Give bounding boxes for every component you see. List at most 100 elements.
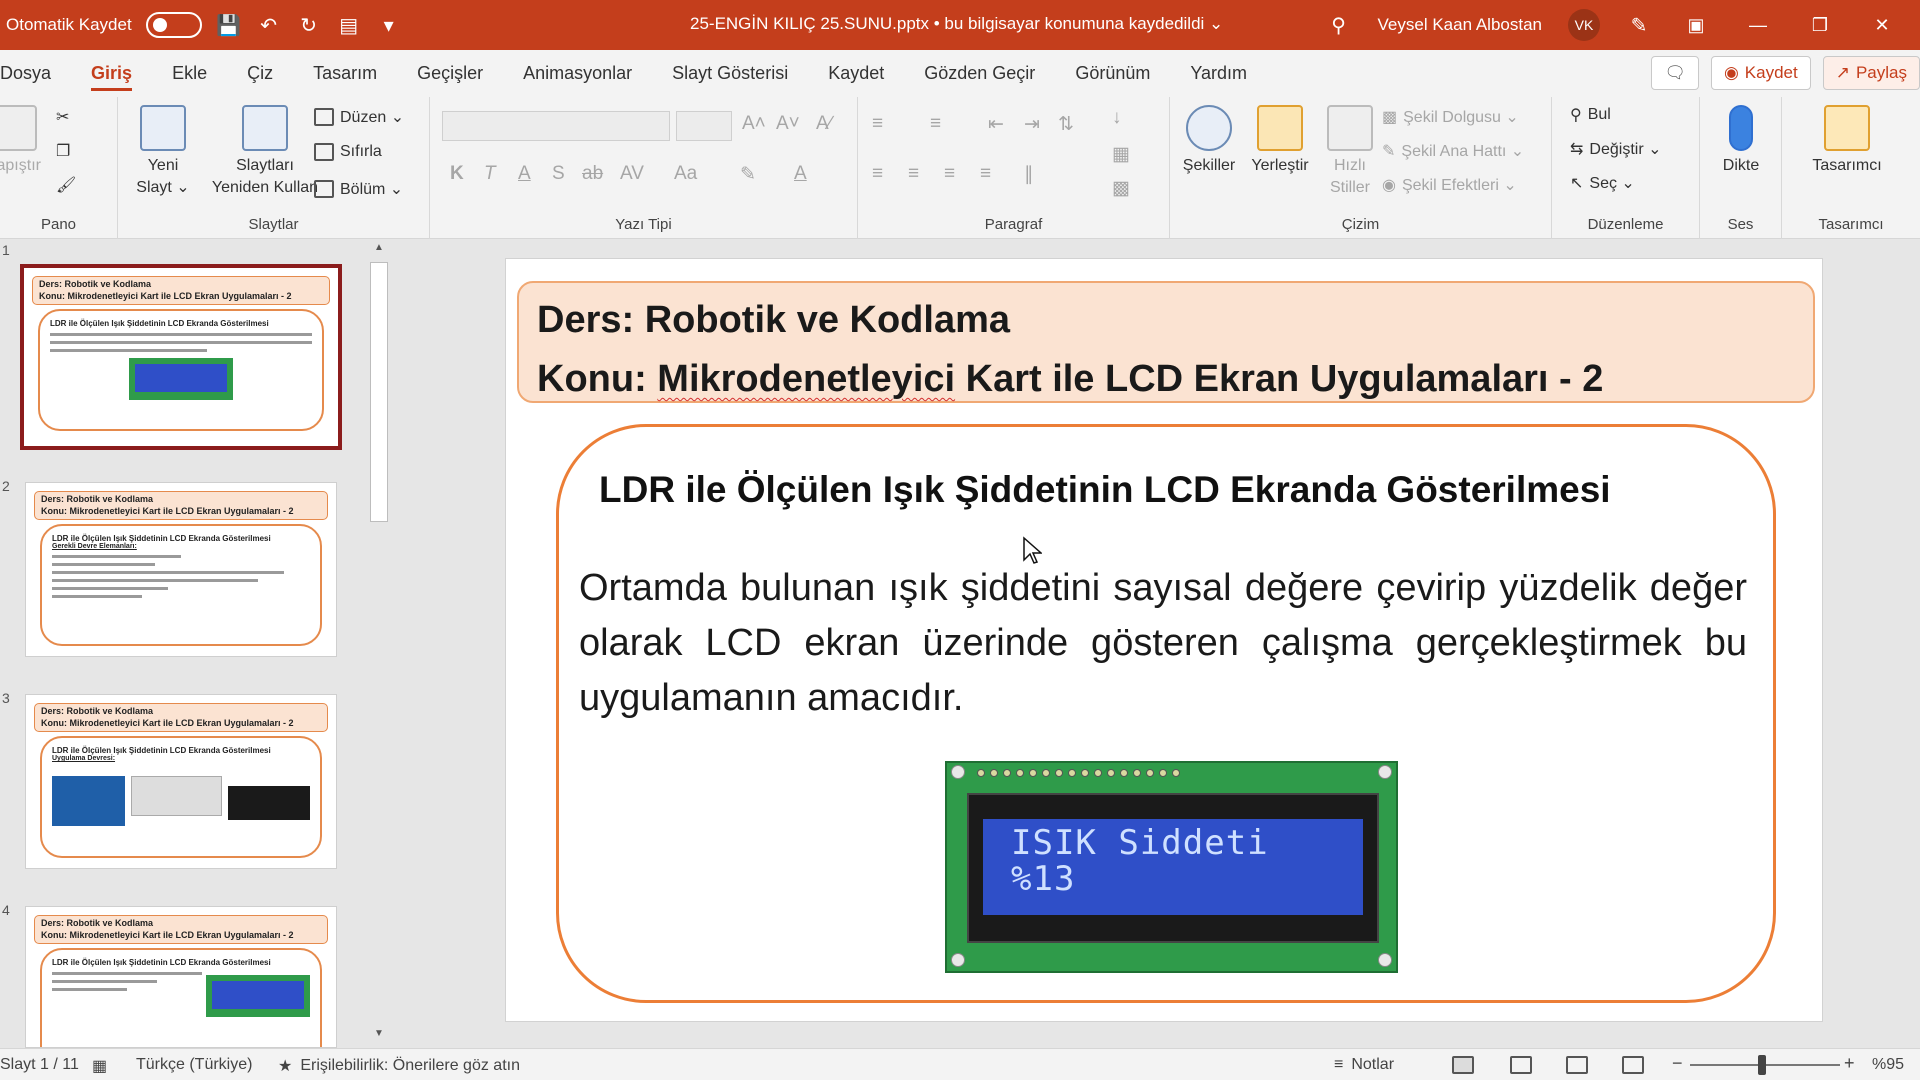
share-button[interactable]: ↗ Paylaş: [1822, 56, 1920, 90]
shadow-button[interactable]: S: [552, 163, 565, 185]
tab-kaydet[interactable]: Kaydet: [808, 50, 904, 97]
zoom-level[interactable]: %95: [1872, 1056, 1904, 1074]
line-spacing-icon[interactable]: ⇅: [1058, 113, 1074, 136]
document-title[interactable]: 25-ENGİN KILIÇ 25.SUNU.pptx • bu bilgisa…: [690, 14, 1223, 34]
dictate-button[interactable]: Dikte: [1700, 105, 1782, 177]
reset-button[interactable]: Sıfırla: [314, 143, 382, 161]
scroll-down-icon[interactable]: ▼: [369, 1028, 389, 1046]
minimize-icon[interactable]: —: [1740, 15, 1776, 36]
smartart-icon[interactable]: ▩: [1112, 177, 1130, 200]
align-left-icon[interactable]: ≡: [872, 163, 883, 185]
font-size-input[interactable]: [676, 111, 732, 141]
font-name-input[interactable]: [442, 111, 670, 141]
tab-yardim[interactable]: Yardım: [1170, 50, 1267, 97]
align-right-icon[interactable]: ≡: [944, 163, 955, 185]
zoom-slider-thumb[interactable]: [1758, 1055, 1766, 1075]
scroll-up-icon[interactable]: ▲: [369, 242, 389, 260]
tab-gecisler[interactable]: Geçişler: [397, 50, 503, 97]
user-name[interactable]: Veysel Kaan Albostan: [1378, 15, 1542, 35]
copy-icon[interactable]: ❐: [56, 141, 70, 161]
pen-icon[interactable]: ✎: [1626, 12, 1652, 38]
zoom-out-icon[interactable]: −: [1672, 1053, 1683, 1074]
slide-counter[interactable]: Slayt 1 / 11: [0, 1056, 79, 1074]
spellcheck-word[interactable]: Mikrodenetleyici: [657, 358, 955, 400]
tab-giris[interactable]: Giriş: [71, 50, 152, 97]
present-icon[interactable]: ▤: [336, 12, 362, 38]
notes-check-icon[interactable]: ▦: [92, 1056, 107, 1076]
save-icon[interactable]: 💾: [216, 12, 242, 38]
slide-canvas[interactable]: Ders: Robotik ve Kodlama Konu: Mikrodene…: [505, 258, 1823, 1022]
shape-fill-button[interactable]: ▩ Şekil Dolgusu ⌄: [1382, 107, 1519, 127]
slide-thumbnail-3[interactable]: Ders: Robotik ve Kodlama Konu: Mikrodene…: [25, 694, 337, 869]
select-button[interactable]: ↖ Seç ⌄: [1570, 173, 1635, 193]
tab-slayt-gosterisi[interactable]: Slayt Gösterisi: [652, 50, 808, 97]
quick-styles-button[interactable]: Hızlı Stiller: [1310, 105, 1390, 199]
tab-gorunum[interactable]: Görünüm: [1055, 50, 1170, 97]
record-button[interactable]: ◉ Kaydet: [1710, 56, 1811, 90]
language-indicator[interactable]: Türkçe (Türkiye): [136, 1056, 252, 1074]
align-text-icon[interactable]: ▦: [1112, 143, 1130, 166]
columns-icon[interactable]: ∥: [1024, 163, 1034, 186]
ribbon-display-icon[interactable]: ▣: [1678, 15, 1714, 36]
change-case-button[interactable]: Aa: [674, 163, 697, 185]
restore-icon[interactable]: ❐: [1802, 15, 1838, 36]
tab-animasyonlar[interactable]: Animasyonlar: [503, 50, 652, 97]
clear-format-icon[interactable]: A∕: [816, 113, 832, 135]
italic-button[interactable]: T: [484, 163, 496, 185]
new-slide-button[interactable]: Yeni Slayt ⌄: [118, 105, 208, 199]
bold-button[interactable]: K: [450, 163, 464, 185]
strikethrough-button[interactable]: ab: [582, 163, 603, 185]
notes-button[interactable]: ≡ Notlar: [1334, 1056, 1394, 1074]
reuse-slides-button[interactable]: Slaytları Yeniden Kullan: [206, 105, 324, 199]
undo-icon[interactable]: ↶: [256, 12, 282, 38]
cut-icon[interactable]: ✂: [56, 107, 69, 127]
tab-tasarim[interactable]: Tasarım: [293, 50, 397, 97]
slideshow-view-icon[interactable]: [1622, 1056, 1644, 1074]
reading-view-icon[interactable]: [1566, 1056, 1588, 1074]
avatar[interactable]: VK: [1568, 9, 1600, 41]
redo-icon[interactable]: ↻: [296, 12, 322, 38]
format-painter-icon[interactable]: 🖌: [56, 175, 76, 195]
accessibility-button[interactable]: ★ Erişilebilirlik: Önerilere göz atın: [278, 1056, 520, 1076]
text-direction-icon[interactable]: ↓: [1112, 107, 1122, 129]
shape-outline-button[interactable]: ✎ Şekil Ana Hattı ⌄: [1382, 141, 1524, 161]
arrange-button[interactable]: Yerleştir: [1240, 105, 1320, 177]
find-button[interactable]: ⚲ Bul: [1570, 105, 1611, 125]
slide-thumbnail-1[interactable]: Ders: Robotik ve Kodlama Konu: Mikrodene…: [20, 264, 342, 450]
tab-ciz[interactable]: Çiz: [227, 50, 293, 97]
section-button[interactable]: Bölüm ⌄: [314, 179, 403, 199]
zoom-in-icon[interactable]: +: [1844, 1053, 1855, 1074]
content-box[interactable]: LDR ile Ölçülen Işık Şiddetinin LCD Ekra…: [556, 424, 1776, 1003]
char-spacing-button[interactable]: AV: [620, 163, 644, 185]
slide-sorter-icon[interactable]: [1510, 1056, 1532, 1074]
slide-header-box[interactable]: Ders: Robotik ve Kodlama Konu: Mikrodene…: [517, 281, 1815, 403]
align-center-icon[interactable]: ≡: [908, 163, 919, 185]
tab-dosya[interactable]: Dosya: [0, 50, 71, 97]
close-icon[interactable]: ✕: [1864, 15, 1900, 36]
paste-button[interactable]: Yapıştır: [0, 105, 44, 177]
comments-button[interactable]: 🗨: [1651, 56, 1699, 90]
highlight-icon[interactable]: ✎: [740, 163, 756, 186]
lcd-image[interactable]: ISIK Siddeti %13: [945, 761, 1398, 973]
increase-indent-icon[interactable]: ⇥: [1024, 113, 1040, 136]
shape-effects-button[interactable]: ◉ Şekil Efektleri ⌄: [1382, 175, 1517, 195]
customize-toolbar-icon[interactable]: ▾: [376, 12, 402, 38]
designer-button[interactable]: Tasarımcı: [1792, 105, 1902, 177]
shrink-font-button[interactable]: A˅: [776, 113, 800, 135]
justify-icon[interactable]: ≡: [980, 163, 991, 185]
scroll-thumb[interactable]: [370, 262, 388, 522]
tab-gozden-gecir[interactable]: Gözden Geçir: [904, 50, 1055, 97]
numbering-icon[interactable]: ≡: [930, 113, 941, 135]
normal-view-icon[interactable]: [1452, 1056, 1474, 1074]
autosave-toggle[interactable]: [145, 12, 202, 38]
decrease-indent-icon[interactable]: ⇤: [988, 113, 1004, 136]
slide-thumbnail-4[interactable]: Ders: Robotik ve Kodlama Konu: Mikrodene…: [25, 906, 337, 1048]
tab-ekle[interactable]: Ekle: [152, 50, 227, 97]
grow-font-button[interactable]: A˄: [742, 113, 766, 135]
bullets-icon[interactable]: ≡: [872, 113, 883, 135]
underline-button[interactable]: A: [518, 163, 531, 185]
thumbnails-scrollbar[interactable]: ▲ ▼: [367, 242, 389, 1047]
replace-button[interactable]: ⇆ Değiştir ⌄: [1570, 139, 1662, 159]
slide-thumbnail-2[interactable]: Ders: Robotik ve Kodlama Konu: Mikrodene…: [25, 482, 337, 657]
layout-button[interactable]: Düzen ⌄: [314, 107, 404, 127]
